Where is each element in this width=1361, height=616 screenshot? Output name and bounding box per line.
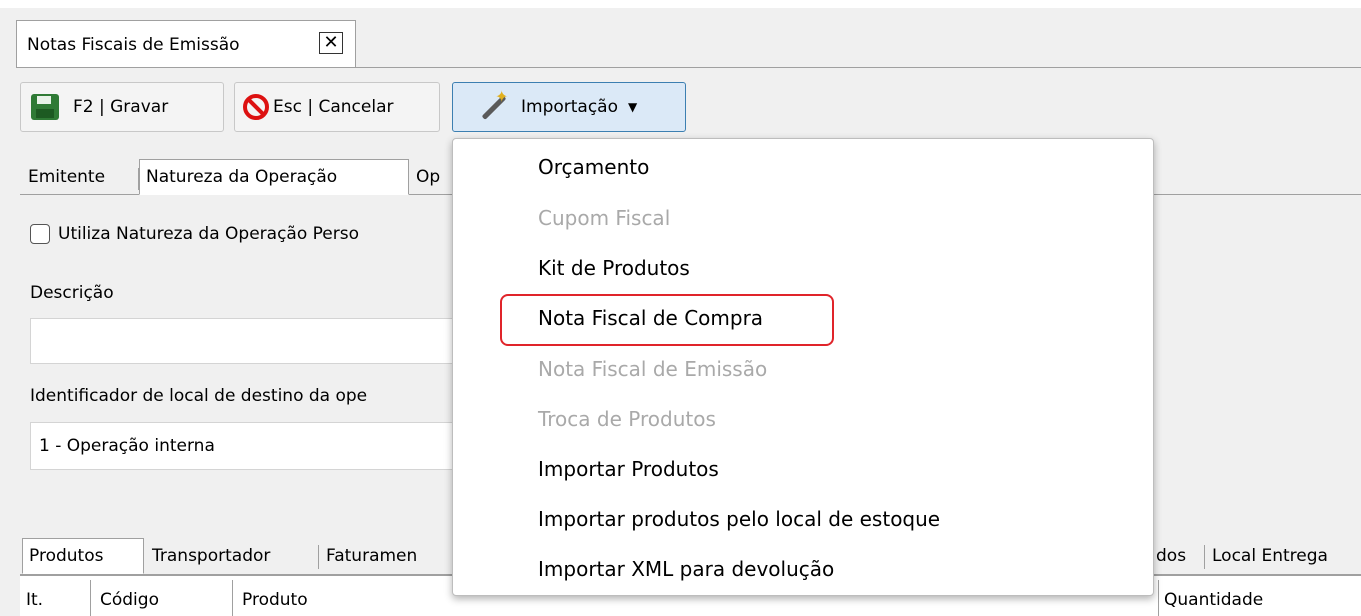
magic-wand-icon [473,87,513,123]
save-button-label: F2 | Gravar [73,97,169,117]
cancel-icon [243,94,269,120]
menu-item-importar-xml-devolucao[interactable]: Importar XML para devolução [538,557,834,581]
column-header-item[interactable]: It. [26,590,43,610]
column-header-codigo[interactable]: Código [100,590,159,610]
checkbox-label: Utiliza Natureza da Operação Perso [58,224,359,244]
menu-item-nota-fiscal-emissao: Nota Fiscal de Emissão [538,357,768,381]
menu-item-cupom-fiscal: Cupom Fiscal [538,206,671,230]
menu-item-importar-produtos[interactable]: Importar Produtos [538,457,719,481]
tab-separator [1204,545,1205,569]
destino-label: Identificador de local de destino da ope [30,386,368,406]
save-button[interactable]: F2 | Gravar [20,82,224,132]
tab-natureza-operacao[interactable]: Natureza da Operação [139,159,409,195]
import-button-label: Importação [521,97,619,117]
cancel-button[interactable]: Esc | Cancelar [234,82,440,132]
destino-select[interactable]: 1 - Operação interna [30,422,490,470]
floppy-disk-icon [31,94,59,120]
document-tab-title: Notas Fiscais de Emissão [27,35,240,55]
tab-transportador[interactable]: Transportador [146,538,276,574]
descricao-label: Descrição [30,283,114,303]
tab-local-entrega[interactable]: Local Entrega [1206,538,1334,574]
chevron-down-icon: ▼ [628,100,638,114]
column-header-quantidade[interactable]: Quantidade [1164,590,1263,610]
menu-item-troca-produtos: Troca de Produtos [538,407,716,431]
tab-dos[interactable]: dos [1150,538,1192,574]
tab-emitente[interactable]: Emitente [22,160,111,194]
top-strip [0,0,1361,8]
descricao-field[interactable] [30,318,490,364]
column-separator [1158,580,1159,616]
menu-item-kit-produtos[interactable]: Kit de Produtos [538,256,690,280]
close-tab-button[interactable]: ✕ [319,32,343,54]
tab-separator [318,545,319,569]
column-separator [232,580,233,616]
column-separator [90,580,91,616]
menu-item-orcamento[interactable]: Orçamento [538,155,649,179]
import-dropdown-button[interactable]: Importação ▼ [452,82,686,132]
tab-op[interactable]: Op [410,160,446,194]
highlight-annotation [500,294,834,346]
tab-faturamento[interactable]: Faturamen [320,538,423,574]
tab-produtos[interactable]: Produtos [22,538,144,574]
natureza-personalizada-checkbox[interactable] [30,224,50,244]
cancel-button-label: Esc | Cancelar [273,97,394,117]
menu-item-importar-local-estoque[interactable]: Importar produtos pelo local de estoque [538,507,940,531]
column-header-produto[interactable]: Produto [242,590,308,610]
